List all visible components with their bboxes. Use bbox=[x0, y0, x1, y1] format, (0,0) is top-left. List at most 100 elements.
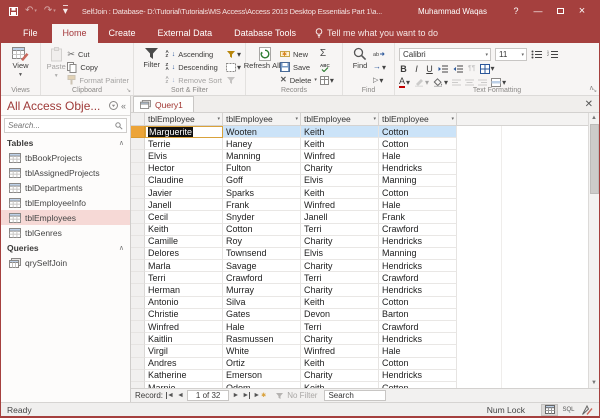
table-row[interactable]: Marla Savage Charity Hendricks bbox=[131, 260, 588, 272]
table-row[interactable]: Elvis Manning Winfred Hale bbox=[131, 150, 588, 162]
goto-button[interactable]: →▾ bbox=[373, 61, 386, 73]
scrollbar-thumb[interactable] bbox=[590, 124, 599, 194]
record-position[interactable]: 1 of 32 bbox=[187, 390, 229, 401]
row-selector[interactable] bbox=[131, 358, 145, 370]
table-row[interactable]: Andres Ortiz Keith Cotton bbox=[131, 358, 588, 370]
align-left-icon[interactable] bbox=[452, 79, 461, 87]
row-selector[interactable] bbox=[131, 224, 145, 236]
sidebar-table-item[interactable]: tblDepartments bbox=[1, 180, 130, 195]
row-selector[interactable] bbox=[131, 345, 145, 357]
collapse-ribbon-icon[interactable]: ∧ bbox=[589, 84, 594, 92]
select-button[interactable]: ▷▾ bbox=[373, 74, 386, 86]
gridlines-button[interactable]: ▾ bbox=[480, 63, 495, 75]
table-row[interactable]: Claudine Goff Elvis Manning bbox=[131, 175, 588, 187]
nav-search-box[interactable] bbox=[4, 118, 127, 133]
format-painter-button[interactable]: Format Painter bbox=[67, 74, 129, 86]
user-name[interactable]: Muhammad Waqas bbox=[418, 7, 487, 16]
table-row[interactable]: Christie Gates Devon Barton bbox=[131, 309, 588, 321]
row-selector[interactable] bbox=[131, 284, 145, 296]
row-selector[interactable] bbox=[131, 138, 145, 150]
find-button[interactable]: Find bbox=[347, 45, 373, 71]
tab-home[interactable]: Home bbox=[52, 24, 98, 43]
copy-button[interactable]: Copy bbox=[67, 61, 129, 73]
row-selector[interactable] bbox=[131, 260, 145, 272]
table-row[interactable]: Camille Roy Charity Hendricks bbox=[131, 236, 588, 248]
table-row[interactable]: Marnie Odom Keith Cotton bbox=[131, 382, 588, 388]
align-right-icon[interactable] bbox=[478, 79, 487, 87]
replace-button[interactable]: ab bbox=[373, 48, 386, 60]
filter-status[interactable]: No Filter bbox=[275, 391, 317, 400]
sidebar-table-item[interactable]: tbBookProjects bbox=[1, 150, 130, 165]
table-row[interactable]: Janell Frank Winfred Hale bbox=[131, 199, 588, 211]
first-record-icon[interactable]: ◄ bbox=[166, 392, 174, 399]
italic-icon[interactable]: I bbox=[412, 64, 421, 74]
new-record-button[interactable]: ✱ New bbox=[280, 48, 317, 60]
filter-button[interactable]: Filter bbox=[138, 45, 165, 70]
column-header[interactable]: tblEmployee ▾ bbox=[223, 113, 301, 125]
next-record-icon[interactable]: ► bbox=[232, 392, 239, 399]
table-row[interactable]: Javier Sparks Keith Cotton bbox=[131, 187, 588, 199]
column-header[interactable]: tblEmployee ▾ bbox=[145, 113, 223, 125]
scroll-up-icon[interactable]: ▲ bbox=[591, 113, 597, 123]
column-dropdown-icon[interactable]: ▾ bbox=[451, 116, 454, 122]
table-row[interactable]: Cecil Snyder Janell Frank bbox=[131, 211, 588, 223]
text-direction-icon[interactable]: ¶¶ bbox=[468, 65, 476, 72]
increase-indent-icon[interactable] bbox=[453, 65, 464, 73]
toggle-filter-button[interactable] bbox=[226, 74, 241, 86]
save-icon[interactable] bbox=[9, 7, 18, 16]
row-selector[interactable] bbox=[131, 175, 145, 187]
table-row[interactable]: Keith Cotton Terri Crawford bbox=[131, 224, 588, 236]
nav-section-queries[interactable]: Queries ∧ bbox=[1, 240, 130, 255]
selection-filter-button[interactable]: ▾ bbox=[226, 48, 241, 60]
advanced-filter-button[interactable]: ▾ bbox=[226, 61, 241, 73]
bold-icon[interactable]: B bbox=[399, 64, 408, 74]
nav-menu-icon[interactable] bbox=[109, 101, 118, 110]
row-selector[interactable] bbox=[131, 199, 145, 211]
close-document-icon[interactable]: ✕ bbox=[585, 99, 599, 112]
row-selector[interactable] bbox=[131, 272, 145, 284]
font-name-combo[interactable]: Calibri▾ bbox=[399, 48, 491, 61]
table-row[interactable]: Antonio Silva Keith Cotton bbox=[131, 297, 588, 309]
column-header[interactable]: tblEmployee ▾ bbox=[301, 113, 379, 125]
row-selector[interactable] bbox=[131, 370, 145, 382]
new-record-icon[interactable]: ►✱ bbox=[253, 392, 266, 399]
row-selector[interactable] bbox=[131, 309, 145, 321]
totals-button[interactable]: Σ bbox=[320, 48, 334, 60]
bullets-icon[interactable] bbox=[531, 50, 543, 59]
column-header[interactable]: tblEmployee ▾ bbox=[379, 113, 457, 125]
table-row[interactable]: Terri Crawford Terri Crawford bbox=[131, 272, 588, 284]
nav-search-input[interactable] bbox=[8, 121, 115, 130]
more-records-button[interactable]: ▾ bbox=[320, 74, 334, 86]
customize-qat-icon[interactable]: ▾ bbox=[63, 5, 68, 17]
table-row[interactable]: Terrie Haney Keith Cotton bbox=[131, 138, 588, 150]
sidebar-table-item[interactable]: tblEmployees bbox=[1, 210, 130, 225]
collapse-section-icon[interactable]: ∧ bbox=[119, 244, 124, 252]
redo-icon[interactable]: ↷▾ bbox=[44, 6, 56, 16]
table-row[interactable]: Katherine Emerson Charity Hendricks bbox=[131, 370, 588, 382]
table-row[interactable]: Herman Murray Charity Hendricks bbox=[131, 284, 588, 296]
nav-section-tables[interactable]: Tables ∧ bbox=[1, 135, 130, 150]
tab-create[interactable]: Create bbox=[98, 24, 147, 43]
row-selector[interactable] bbox=[131, 236, 145, 248]
table-row[interactable]: Virgil White Winfred Hale bbox=[131, 345, 588, 357]
row-selector[interactable] bbox=[131, 382, 145, 388]
row-selector[interactable] bbox=[131, 126, 145, 138]
column-dropdown-icon[interactable]: ▾ bbox=[217, 116, 220, 122]
row-selector[interactable] bbox=[131, 333, 145, 345]
view-button[interactable]: View ▼ bbox=[5, 45, 36, 78]
font-size-combo[interactable]: 11▾ bbox=[495, 48, 527, 61]
tab-file[interactable]: File bbox=[9, 24, 52, 43]
save-record-button[interactable]: Save bbox=[280, 61, 317, 73]
undo-icon[interactable]: ↶▾ bbox=[25, 6, 37, 16]
underline-icon[interactable]: U bbox=[425, 64, 434, 74]
shutter-close-icon[interactable]: « bbox=[121, 101, 126, 111]
previous-record-icon[interactable]: ◄ bbox=[177, 392, 184, 399]
last-record-icon[interactable]: ► bbox=[242, 392, 250, 399]
cut-button[interactable]: ✂ Cut bbox=[67, 48, 129, 60]
ascending-button[interactable]: AZ↓ Ascending bbox=[165, 48, 222, 60]
align-center-icon[interactable] bbox=[465, 79, 474, 87]
scroll-down-icon[interactable]: ▼ bbox=[591, 378, 597, 388]
row-selector[interactable] bbox=[131, 248, 145, 260]
spelling-button[interactable]: ABC bbox=[320, 61, 334, 73]
tab-external-data[interactable]: External Data bbox=[147, 24, 224, 43]
